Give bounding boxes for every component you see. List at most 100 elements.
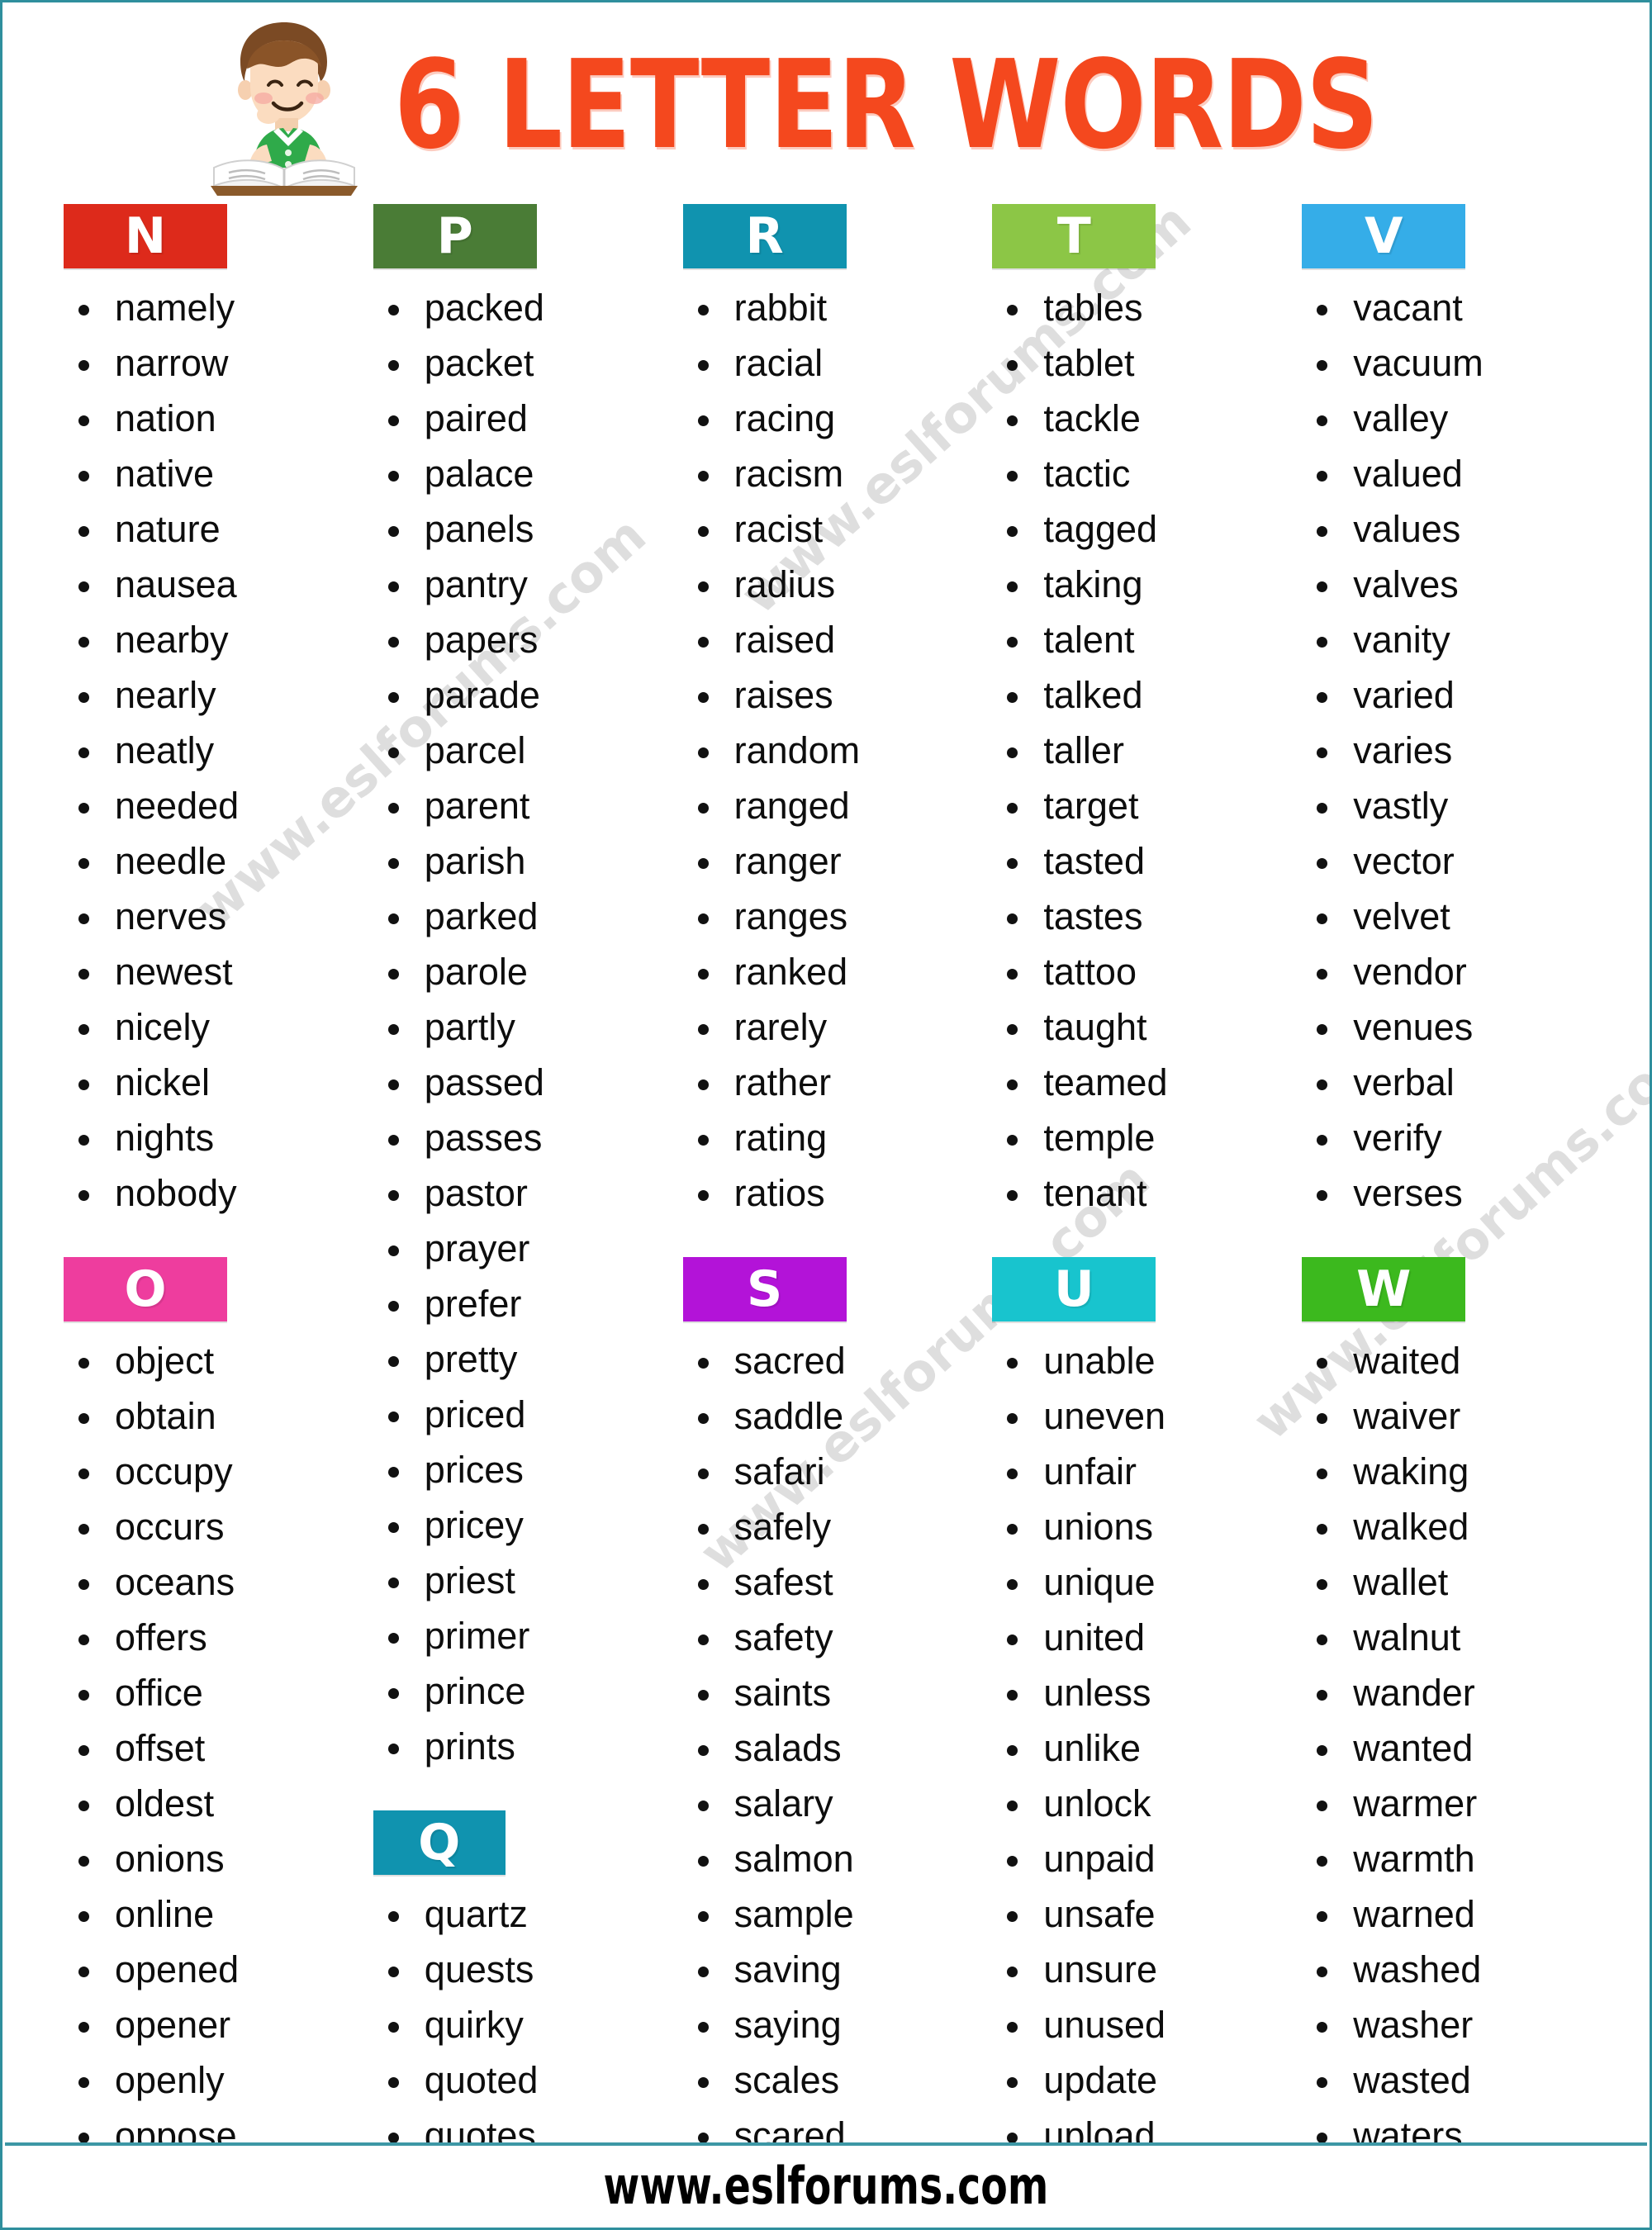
word-item: papers (375, 612, 667, 667)
word-item: pantry (375, 557, 667, 612)
word-item: verbal (1303, 1055, 1595, 1110)
word-item: prints (375, 1719, 667, 1774)
word-item: newest (65, 944, 357, 999)
word-item: namely (65, 280, 357, 335)
word-item: wasted (1303, 2052, 1595, 2108)
word-list-u: unable uneven unfair unions unique united unle… (982, 1333, 1285, 2163)
word-item: united (994, 1610, 1285, 1665)
letter-header-r: R (682, 204, 847, 268)
word-item: priced (375, 1387, 667, 1442)
word-item: taking (994, 557, 1285, 612)
word-item: varied (1303, 667, 1595, 723)
word-item: opener (65, 1997, 357, 2052)
word-column-4: Ttables tablet tackle tactic tagged taking tal… (982, 201, 1292, 2163)
word-item: walnut (1303, 1610, 1595, 1665)
word-item: washed (1303, 1942, 1595, 1997)
word-item: raised (685, 612, 976, 667)
word-item: tables (994, 280, 1285, 335)
word-item: tagged (994, 501, 1285, 557)
word-item: vector (1303, 833, 1595, 889)
word-item: racist (685, 501, 976, 557)
word-item: parole (375, 944, 667, 999)
word-list-n: namely narrow nation native nature nausea near… (54, 280, 357, 1221)
word-item: oceans (65, 1554, 357, 1610)
word-item: pretty (375, 1331, 667, 1387)
word-item: velvet (1303, 889, 1595, 944)
word-item: offers (65, 1610, 357, 1665)
word-item: pricey (375, 1497, 667, 1553)
word-item: tactic (994, 446, 1285, 501)
word-item: nausea (65, 557, 357, 612)
word-item: taught (994, 999, 1285, 1055)
word-item: prefer (375, 1276, 667, 1331)
letter-header-s: S (682, 1257, 847, 1321)
page-footer: www.eslforums.com (5, 2142, 1647, 2225)
word-item: saving (685, 1942, 976, 1997)
word-item: unique (994, 1554, 1285, 1610)
word-list-q: quartz quests quirky quoted quotes (363, 1886, 667, 2163)
word-item: radius (685, 557, 976, 612)
word-item: wallet (1303, 1554, 1595, 1610)
word-item: quoted (375, 2052, 667, 2108)
word-item: wander (1303, 1665, 1595, 1720)
word-item: parent (375, 778, 667, 833)
boy-reading-book-icon (189, 14, 379, 196)
letter-header-w: W (1302, 1257, 1466, 1321)
word-item: ranged (685, 778, 976, 833)
page-header: 6 LETTER WORDS (2, 2, 1650, 201)
letter-header-n: N (64, 204, 227, 268)
word-item: parcel (375, 723, 667, 778)
word-item: rather (685, 1055, 976, 1110)
word-item: rarely (685, 999, 976, 1055)
word-item: ranges (685, 889, 976, 944)
letter-header-q: Q (373, 1810, 506, 1875)
word-item: nearby (65, 612, 357, 667)
word-item: warmth (1303, 1831, 1595, 1886)
word-item: parish (375, 833, 667, 889)
word-item: warmer (1303, 1776, 1595, 1831)
letter-header-u: U (992, 1257, 1156, 1321)
word-item: nights (65, 1110, 357, 1165)
word-item: packet (375, 335, 667, 391)
word-item: tenant (994, 1165, 1285, 1221)
word-item: occurs (65, 1499, 357, 1554)
word-item: quests (375, 1942, 667, 1997)
word-item: tasted (994, 833, 1285, 889)
word-item: racial (685, 335, 976, 391)
word-item: onions (65, 1831, 357, 1886)
word-item: vacant (1303, 280, 1595, 335)
word-item: random (685, 723, 976, 778)
word-list-v: vacant vacuum valley valued values valves vani… (1292, 280, 1595, 1221)
word-item: temple (994, 1110, 1285, 1165)
word-item: quartz (375, 1886, 667, 1942)
word-item: pastor (375, 1165, 667, 1221)
word-item: prayer (375, 1221, 667, 1276)
word-list-r: rabbit racial racing racism racist radius rais… (673, 280, 976, 1221)
word-item: saying (685, 1997, 976, 2052)
word-item: safest (685, 1554, 976, 1610)
word-column-1: Nnamely narrow nation native nature nausea nea… (54, 201, 363, 2163)
word-item: saddle (685, 1388, 976, 1444)
word-column-2: Ppacked packet paired palace panels pantry pap… (363, 201, 673, 2163)
word-item: vastly (1303, 778, 1595, 833)
word-item: ranger (685, 833, 976, 889)
word-item: unsafe (994, 1886, 1285, 1942)
word-item: salmon (685, 1831, 976, 1886)
word-item: safari (685, 1444, 976, 1499)
word-item: rabbit (685, 280, 976, 335)
word-item: ratios (685, 1165, 976, 1221)
word-item: nerves (65, 889, 357, 944)
word-item: online (65, 1886, 357, 1942)
word-item: valves (1303, 557, 1595, 612)
word-item: occupy (65, 1444, 357, 1499)
word-item: passed (375, 1055, 667, 1110)
word-item: rating (685, 1110, 976, 1165)
word-item: safely (685, 1499, 976, 1554)
word-item: neatly (65, 723, 357, 778)
word-item: object (65, 1333, 357, 1388)
word-item: prices (375, 1442, 667, 1497)
word-item: unless (994, 1665, 1285, 1720)
word-item: scales (685, 2052, 976, 2108)
word-list-t: tables tablet tackle tactic tagged taking tale… (982, 280, 1285, 1221)
word-item: safety (685, 1610, 976, 1665)
